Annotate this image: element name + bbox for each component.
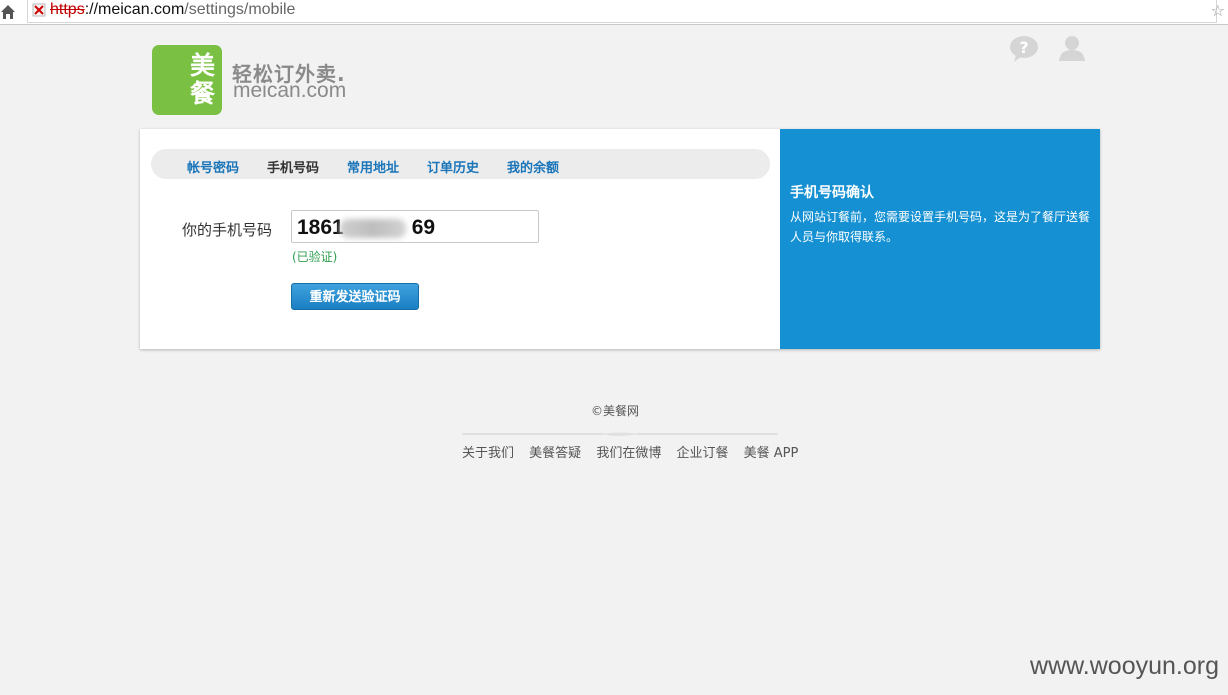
- phone-prefix: 1861: [297, 216, 344, 239]
- footer-link-app[interactable]: 美餐 APP: [744, 446, 799, 461]
- settings-tabs: 帐号密码 手机号码 常用地址 订单历史 我的余额: [151, 149, 770, 179]
- tab-account-password[interactable]: 帐号密码: [187, 157, 239, 176]
- footer-links: 关于我们 美餐答疑 我们在微博 企业订餐 美餐 APP: [462, 442, 809, 461]
- url-scheme: https: [50, 1, 85, 18]
- bookmark-star-icon[interactable]: ☆: [1211, 1, 1225, 20]
- resend-code-button[interactable]: 重新发送验证码: [291, 283, 419, 310]
- tab-order-history[interactable]: 订单历史: [427, 157, 479, 176]
- user-icon[interactable]: [1057, 34, 1087, 62]
- logo[interactable]: 美 餐: [152, 45, 222, 115]
- phone-suffix: 69: [411, 216, 436, 239]
- ssl-warning-icon[interactable]: [32, 3, 46, 17]
- settings-card: 帐号密码 手机号码 常用地址 订单历史 我的余额 你的手机号码 1861 69 (…: [140, 129, 1100, 349]
- phone-input[interactable]: 1861 69: [291, 210, 539, 243]
- site-domain: meican.com: [233, 79, 347, 102]
- info-panel-title: 手机号码确认: [790, 185, 874, 201]
- phone-label: 你的手机号码: [182, 221, 273, 239]
- footer-link-faq[interactable]: 美餐答疑: [529, 446, 581, 461]
- copyright: ©美餐网: [590, 404, 639, 418]
- logo-char-2: 餐: [189, 79, 215, 108]
- info-panel: 手机号码确认 从网站订餐前，您需要设置手机号码，这是为了餐厅送餐人员与你取得联系…: [780, 129, 1100, 349]
- footer-link-enterprise[interactable]: 企业订餐: [676, 446, 728, 461]
- help-icon[interactable]: ?: [1008, 35, 1040, 63]
- footer-link-weibo[interactable]: 我们在微博: [596, 446, 661, 461]
- footer-link-about[interactable]: 关于我们: [462, 446, 514, 461]
- tab-mobile[interactable]: 手机号码: [267, 157, 319, 176]
- url-path: /settings/mobile: [184, 1, 296, 18]
- info-panel-text: 从网站订餐前，您需要设置手机号码，这是为了餐厅送餐人员与你取得联系。: [790, 210, 1091, 244]
- tab-balance[interactable]: 我的余额: [507, 157, 559, 176]
- verified-status: (已验证): [292, 250, 338, 264]
- footer-divider: [462, 432, 778, 436]
- tab-addresses[interactable]: 常用地址: [347, 157, 399, 176]
- url-host: ://meican.com: [84, 1, 185, 18]
- logo-char-1: 美: [189, 51, 215, 80]
- url-text: https://meican.com/settings/mobile: [50, 1, 295, 19]
- browser-address-bar: https://meican.com/settings/mobile ☆: [0, 0, 1228, 25]
- phone-redaction: [340, 219, 406, 238]
- url-field[interactable]: https://meican.com/settings/mobile: [27, 0, 1217, 23]
- watermark: www.wooyun.org: [1030, 652, 1219, 680]
- home-icon[interactable]: [0, 3, 16, 21]
- svg-text:?: ?: [1019, 38, 1028, 57]
